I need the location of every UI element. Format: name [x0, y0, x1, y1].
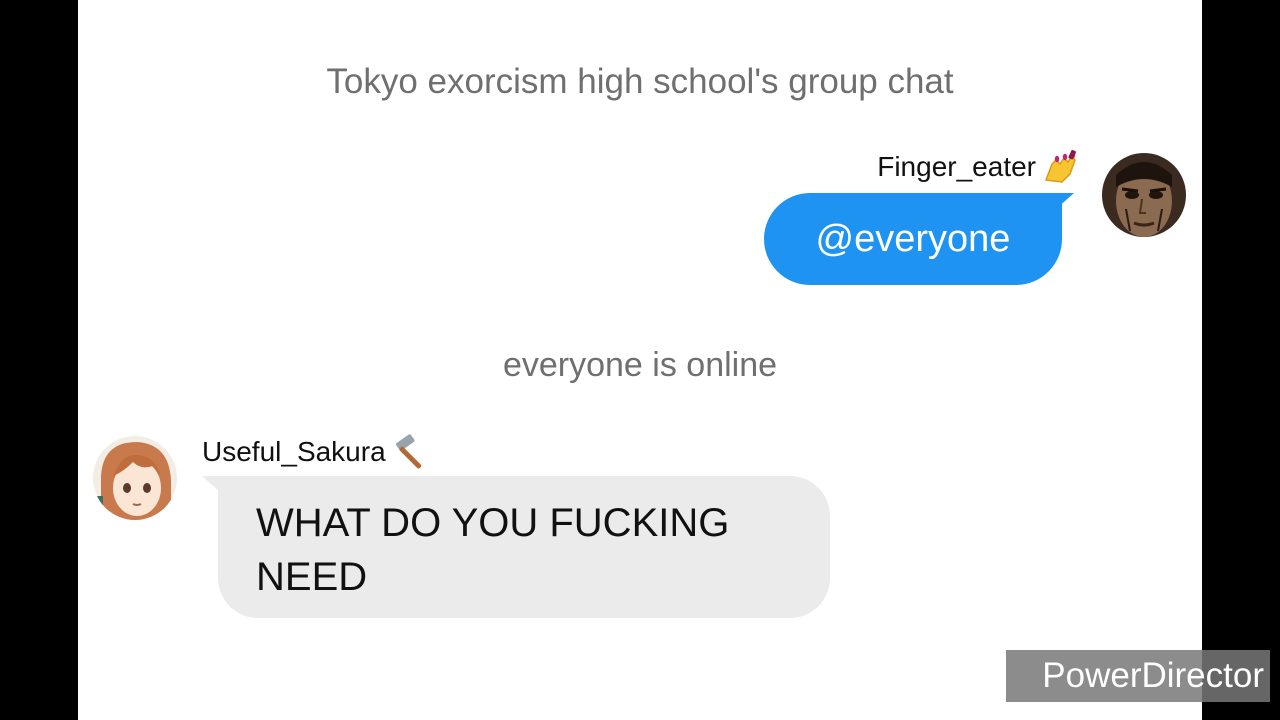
system-message: everyone is online	[502, 346, 778, 384]
message-sender-useful-sakura: Useful_Sakura	[202, 434, 432, 470]
chat-title: Tokyo exorcism high school's group chat	[326, 62, 954, 101]
outgoing-message-bubble[interactable]: @everyone	[764, 193, 1062, 285]
chat-frame: Tokyo exorcism high school's group chat …	[78, 0, 1202, 720]
sender-name: Useful_Sakura	[202, 436, 386, 467]
message-text: @everyone	[815, 217, 1011, 260]
message-sender-finger-eater: Finger_eater	[877, 150, 1078, 184]
watermark-label: PowerDirector	[1006, 650, 1270, 702]
avatar-finger-eater[interactable]	[1102, 153, 1186, 237]
hammer-icon	[392, 434, 432, 470]
nail-polish-hand-icon	[1042, 150, 1078, 184]
message-text: WHAT DO YOU FUCKING NEED	[256, 501, 730, 599]
avatar-useful-sakura[interactable]	[93, 436, 177, 520]
sender-name: Finger_eater	[877, 151, 1036, 182]
incoming-message-bubble[interactable]: WHAT DO YOU FUCKING NEED	[218, 476, 830, 618]
